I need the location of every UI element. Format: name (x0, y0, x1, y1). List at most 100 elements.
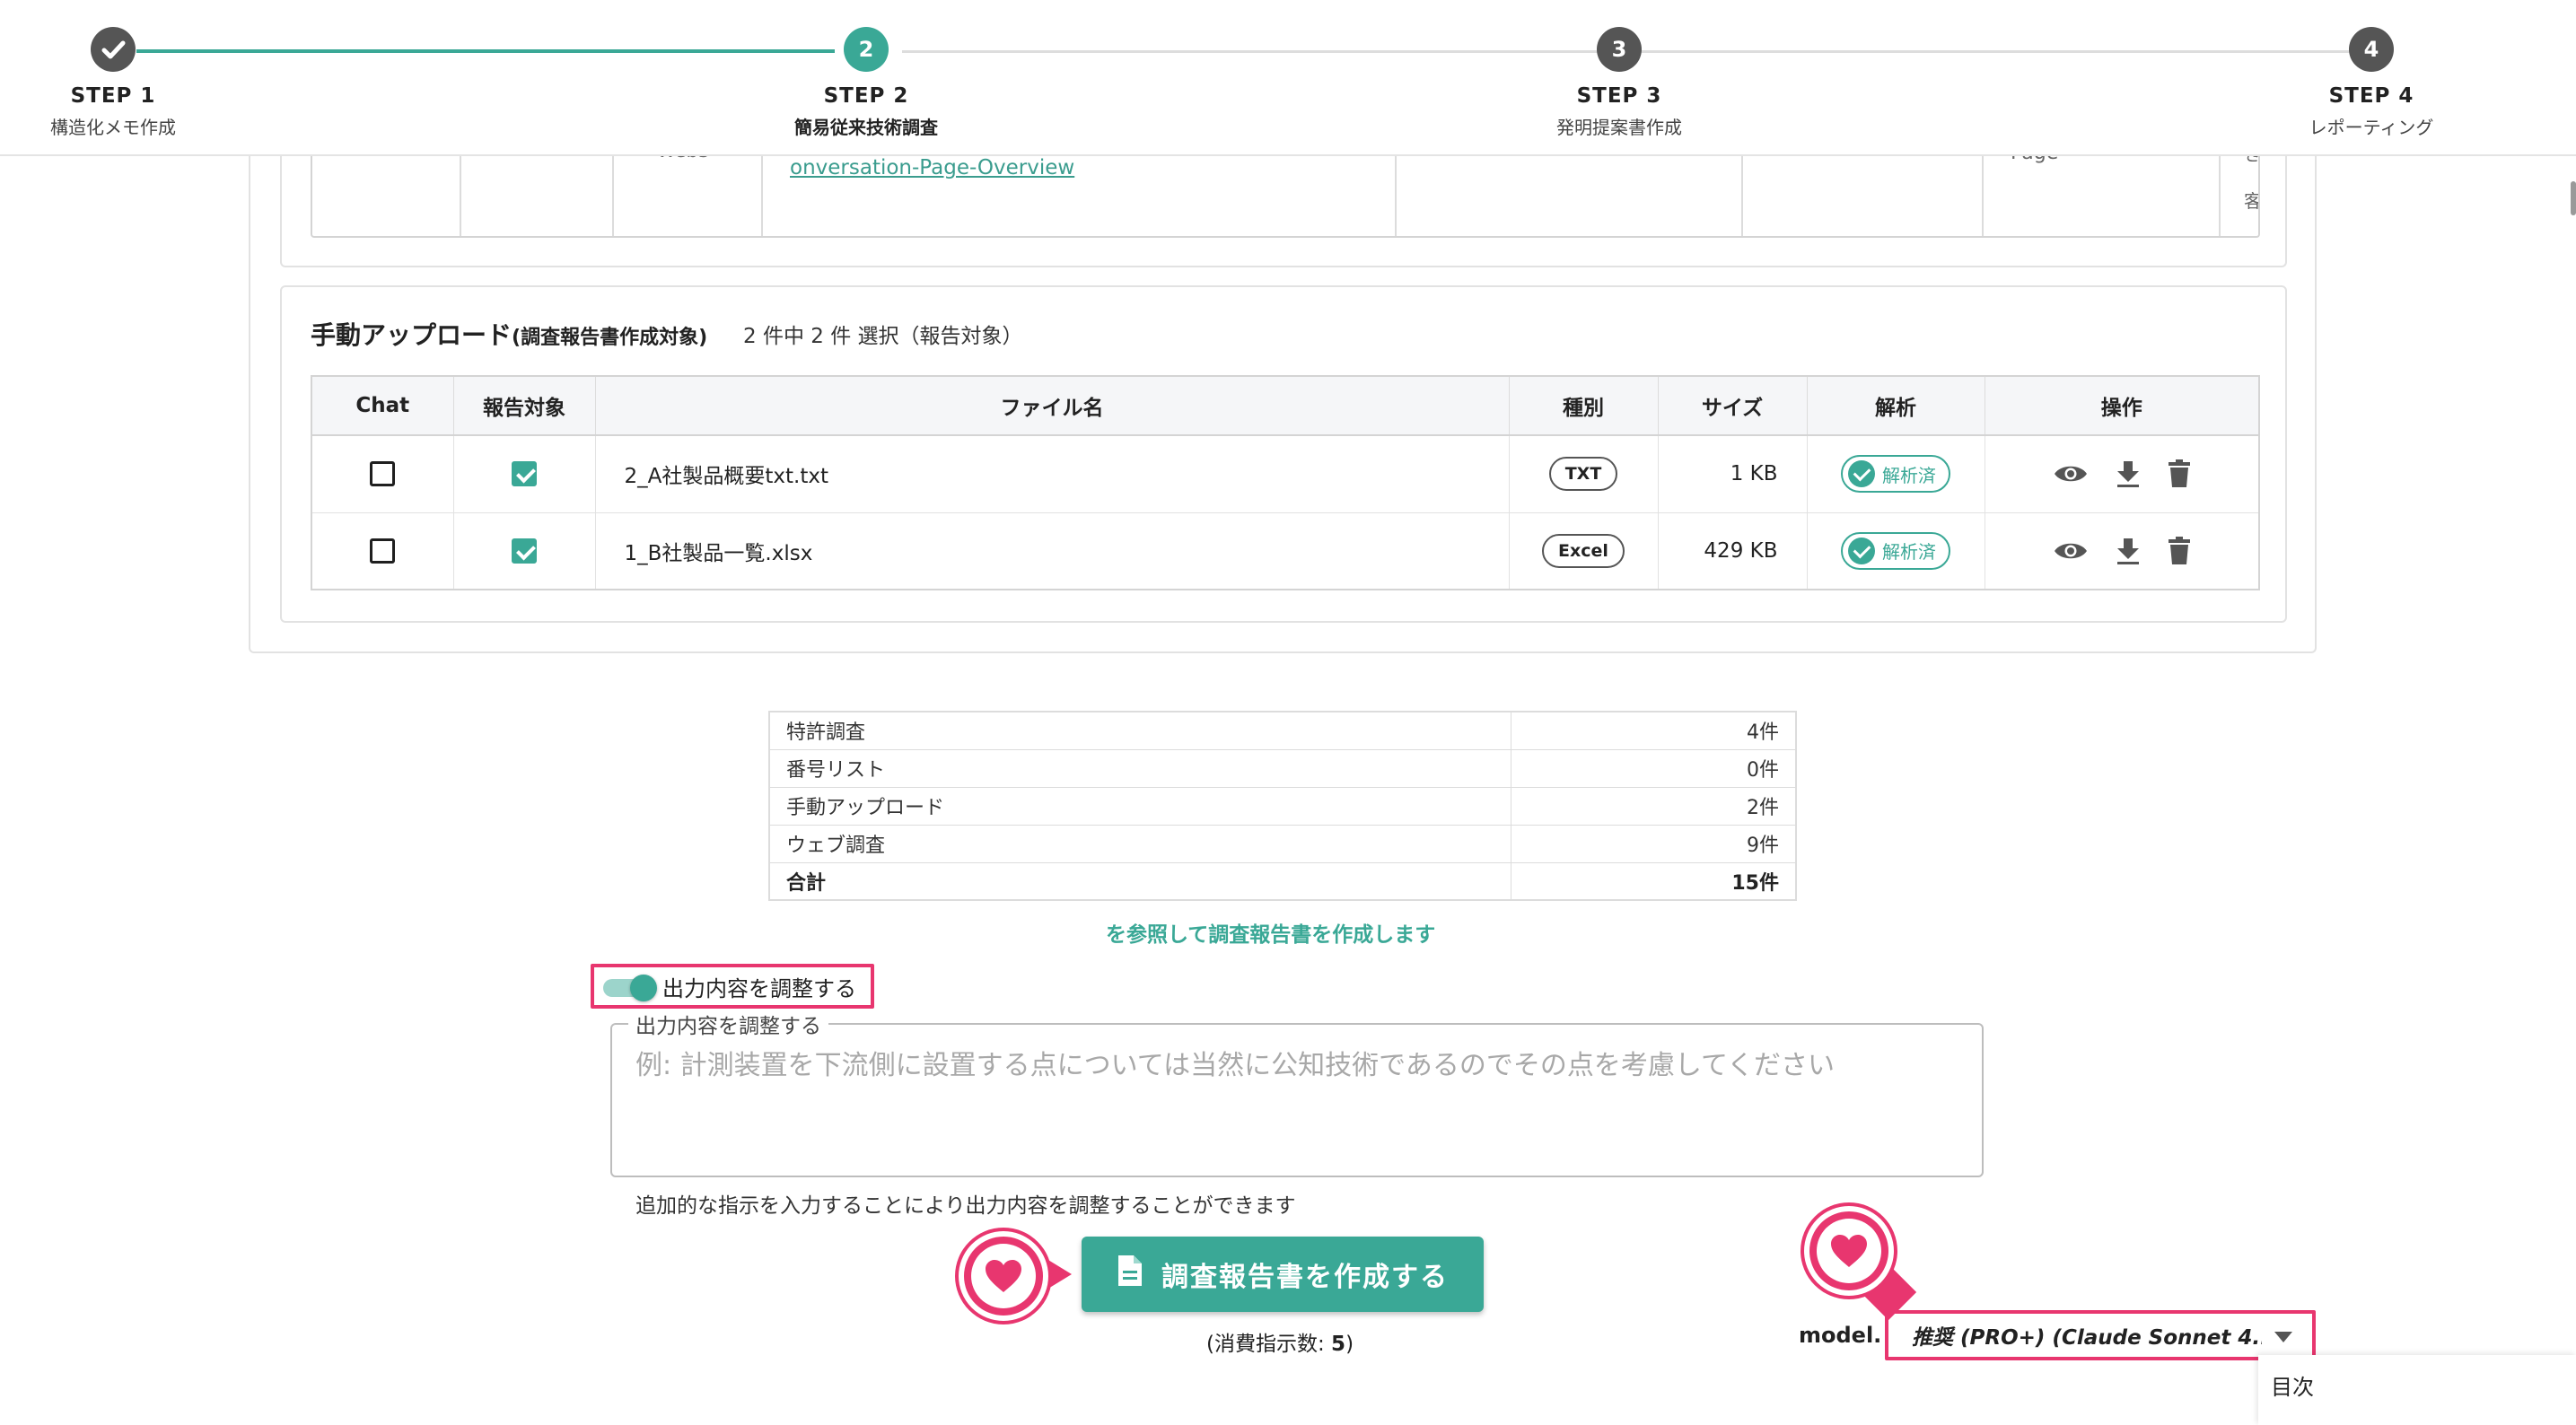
step-3[interactable]: 3 STEP 3 発明提案書作成 (1503, 27, 1736, 139)
upload-title: 手動アップロード(調査報告書作成対象) (311, 316, 707, 352)
summary-row: 特許調査 4件 (768, 711, 1797, 750)
scrollbar-thumb[interactable] (2571, 181, 2576, 215)
summary-row: 番号リスト 0件 (768, 748, 1797, 788)
step-1-title: STEP 1 (70, 84, 156, 108)
chat-checkbox[interactable] (370, 538, 396, 564)
report-cell (452, 511, 596, 590)
chevron-down-icon (2274, 1332, 2292, 1342)
summary-row: 手動アップロード 2件 (768, 786, 1797, 826)
type-cell: TXT (1508, 434, 1659, 513)
step-4-title: STEP 4 (2328, 84, 2414, 108)
summary-total-label: 合計 (768, 861, 1511, 901)
chat-cell (311, 434, 454, 513)
summary-value: 9件 (1510, 824, 1797, 863)
trash-icon[interactable] (2168, 459, 2191, 488)
summary-value: 4件 (1510, 711, 1797, 750)
col-header-chat[interactable]: Chat (311, 375, 454, 436)
reference-note-text: を参照して調査報告書を作成します (1106, 923, 1436, 947)
col-header-type[interactable]: 種別 (1508, 375, 1659, 436)
chat-cell (311, 511, 454, 590)
download-icon[interactable] (2116, 537, 2141, 565)
analysis-cell: 解析済 (1806, 511, 1985, 590)
filename-cell: 2_A社製品概要txt.txt (594, 434, 1510, 513)
web-result-link[interactable]: onversation-Page-Overview (790, 156, 1074, 179)
favorite-bubble[interactable] (959, 1231, 1048, 1321)
status-badge: 解析済 (1841, 455, 1950, 494)
step-3-subtitle: 発明提案書作成 (1556, 117, 1682, 138)
adjust-output-toggle[interactable]: 出力内容を調整する (591, 964, 874, 1009)
status-badge: 解析済 (1841, 531, 1950, 570)
consumption-info: (消費指示数: 5) (1206, 1326, 1354, 1357)
step-4-number: 4 (2349, 27, 2394, 72)
model-label: model. (1799, 1323, 1882, 1348)
create-report-button[interactable]: 調査報告書を作成する (1082, 1237, 1484, 1312)
col-header-size[interactable]: サイズ (1657, 375, 1808, 436)
adjust-instructions-field (610, 1023, 1984, 1177)
adjust-field-label: 出力内容を調整する (628, 1009, 828, 1039)
step-4[interactable]: 4 STEP 4 レポーティング (2255, 27, 2488, 139)
summary-value: 2件 (1510, 786, 1797, 826)
type-chip: TXT (1548, 457, 1618, 492)
actions-cell (1984, 511, 2260, 590)
table-row: 2_A社製品概要txt.txt TXT 1 KB 解析済 (311, 434, 2260, 513)
toc-panel[interactable]: 目次 (2258, 1355, 2576, 1425)
upload-files-table: Chat 報告対象 ファイル名 種別 サイズ 解析 操作 2_A社製品概要txt… (311, 375, 2260, 590)
document-icon (1117, 1254, 1143, 1295)
consume-suffix: ) (1345, 1333, 1354, 1356)
actions-cell (1984, 434, 2260, 513)
consume-prefix: (消費指示数: (1206, 1333, 1332, 1356)
check-circle-icon (1848, 460, 1875, 488)
status-text: 解析済 (1882, 541, 1936, 564)
consume-value: 5 (1331, 1333, 1346, 1356)
source-summary-table: 特許調査 4件 番号リスト 0件 手動アップロード 2件 ウェブ調査 9件 合計 15件 (768, 711, 1797, 901)
adjust-helper-text: 追加的な指示を入力することにより出力内容を調整することができます (635, 1194, 1296, 1218)
bottom-shade (0, 1382, 2576, 1425)
step-4-subtitle: レポーティング (2309, 117, 2434, 138)
col-header-filename[interactable]: ファイル名 (594, 375, 1510, 436)
step-1[interactable]: STEP 1 構造化メモ作成 (0, 27, 230, 139)
report-checkbox[interactable] (512, 461, 537, 487)
col-header-analysis[interactable]: 解析 (1806, 375, 1985, 436)
step-2[interactable]: 2 STEP 2 簡易従来技術調査 (749, 27, 983, 139)
table-row: 1_B社製品一覧.xlsx Excel 429 KB 解析済 (311, 511, 2260, 590)
toggle-label: 出力内容を調整する (662, 975, 856, 1001)
check-icon (91, 27, 136, 72)
size-cell: 1 KB (1657, 434, 1808, 513)
col-header-actions: 操作 (1984, 375, 2260, 436)
step-2-number: 2 (844, 27, 889, 72)
summary-label: ウェブ調査 (768, 824, 1511, 863)
stepper-line-done (136, 49, 835, 53)
type-cell: Excel (1508, 511, 1659, 590)
step-1-subtitle: 構造化メモ作成 (50, 117, 176, 138)
summary-label: 特許調査 (768, 711, 1511, 750)
upload-selection-count: 2 件中 2 件 選択（報告対象） (743, 325, 1023, 348)
step-3-title: STEP 3 (1576, 84, 1662, 108)
analysis-cell: 解析済 (1806, 434, 1985, 513)
report-cell (452, 434, 596, 513)
eye-icon[interactable] (2053, 462, 2089, 485)
status-text: 解析済 (1882, 464, 1936, 486)
type-chip: Excel (1542, 533, 1625, 568)
check-circle-icon (1848, 537, 1875, 564)
col-header-report[interactable]: 報告対象 (452, 375, 596, 436)
model-selected-value: 推奨 (PRO+) (Claude Sonnet 4.... (1912, 1326, 2262, 1350)
download-icon[interactable] (2116, 459, 2141, 488)
summary-label: 手動アップロード (768, 786, 1511, 826)
favorite-bubble[interactable] (1804, 1206, 1894, 1296)
filename-cell: 1_B社製品一覧.xlsx (594, 511, 1510, 590)
progress-stepper: STEP 1 構造化メモ作成 2 STEP 2 簡易従来技術調査 3 STEP … (0, 0, 2576, 156)
summary-value: 0件 (1510, 748, 1797, 788)
chat-checkbox[interactable] (370, 461, 396, 487)
adjust-instructions-input[interactable] (612, 1025, 1982, 1176)
model-select[interactable]: 推奨 (PRO+) (Claude Sonnet 4.... (1885, 1310, 2316, 1360)
toggle-switch[interactable] (603, 975, 657, 1001)
create-report-label: 調査報告書を作成する (1161, 1262, 1449, 1293)
eye-icon[interactable] (2053, 539, 2089, 563)
heart-icon (971, 1244, 1036, 1308)
step-2-title: STEP 2 (823, 84, 909, 108)
toggle-knob (630, 975, 657, 1001)
trash-icon[interactable] (2168, 536, 2191, 565)
report-checkbox[interactable] (512, 538, 537, 564)
summary-label: 番号リスト (768, 748, 1511, 788)
upload-title-suffix: (調査報告書作成対象) (512, 327, 708, 349)
